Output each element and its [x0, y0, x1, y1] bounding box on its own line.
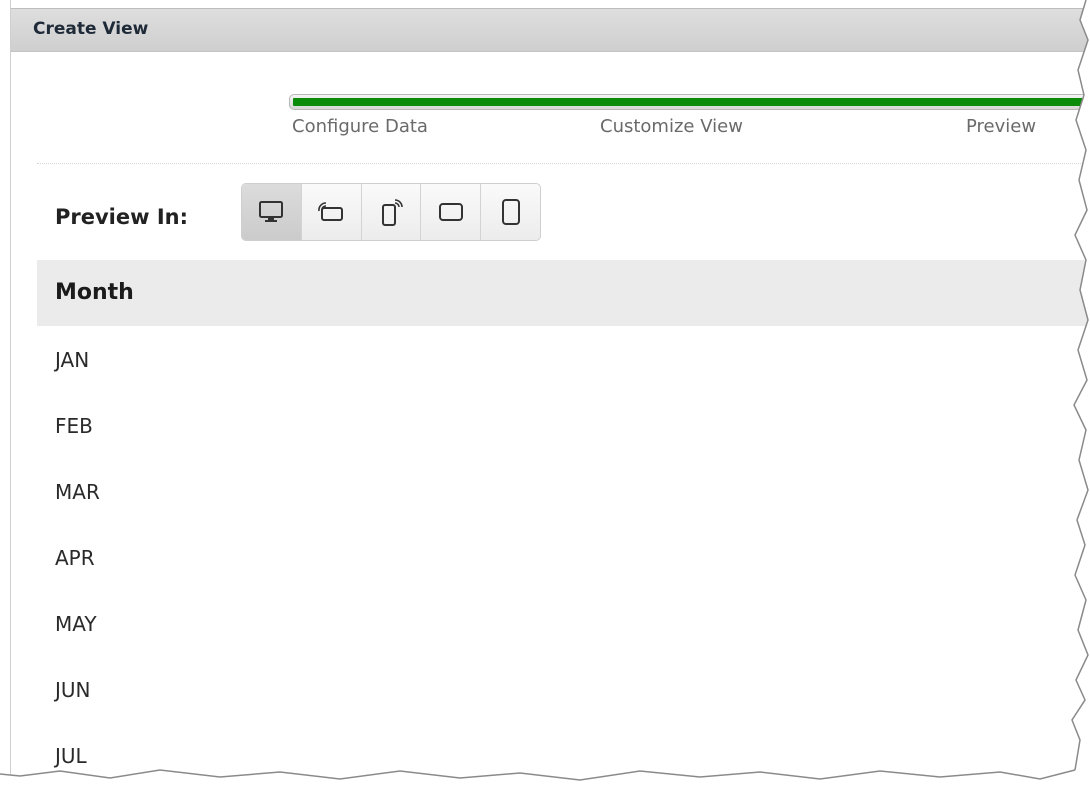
month-cell: JUN: [55, 678, 91, 702]
desktop-icon: [259, 201, 284, 222]
wizard-progress-bar: [289, 94, 1090, 110]
wizard-progress-fill: [293, 98, 1087, 106]
tablet-portrait-preview-button[interactable]: [481, 184, 540, 240]
month-cell: JAN: [55, 348, 90, 372]
month-cell: MAR: [55, 480, 100, 504]
table-row: MAY: [37, 590, 1090, 656]
table-header-row: Month: [37, 260, 1090, 326]
column-header-month[interactable]: Month: [55, 280, 134, 305]
panel-title: Create View: [33, 19, 149, 39]
month-cell: MAY: [55, 612, 97, 636]
table-row: MAR: [37, 458, 1090, 524]
table-body: JAN FEB MAR APR MAY JUN JUL: [37, 326, 1090, 788]
step-preview[interactable]: Preview: [966, 116, 1036, 137]
title-bar: Create View: [11, 8, 1090, 52]
table-row: JUN: [37, 656, 1090, 722]
phone-portrait-icon: [381, 199, 403, 226]
table-row: FEB: [37, 392, 1090, 458]
month-cell: FEB: [55, 414, 93, 438]
section-divider: [37, 163, 1090, 164]
tablet-landscape-preview-button[interactable]: [421, 184, 482, 240]
table-row: APR: [37, 524, 1090, 590]
month-cell: APR: [55, 546, 95, 570]
table-row: JAN: [37, 326, 1090, 392]
month-cell: JUL: [55, 744, 87, 768]
step-configure-data[interactable]: Configure Data: [292, 116, 428, 137]
desktop-preview-button[interactable]: [242, 184, 302, 240]
phone-landscape-preview-button[interactable]: [302, 184, 362, 240]
tablet-landscape-icon: [438, 203, 463, 221]
phone-portrait-preview-button[interactable]: [362, 184, 422, 240]
tablet-portrait-icon: [501, 199, 520, 225]
step-customize-view[interactable]: Customize View: [600, 116, 743, 137]
create-view-panel: Create View Configure Data Customize Vie…: [10, 0, 1090, 786]
phone-landscape-icon: [318, 202, 344, 221]
table-row: JUL: [37, 722, 1090, 788]
preview-in-label: Preview In:: [55, 205, 188, 229]
device-preview-toggle: [241, 183, 541, 241]
